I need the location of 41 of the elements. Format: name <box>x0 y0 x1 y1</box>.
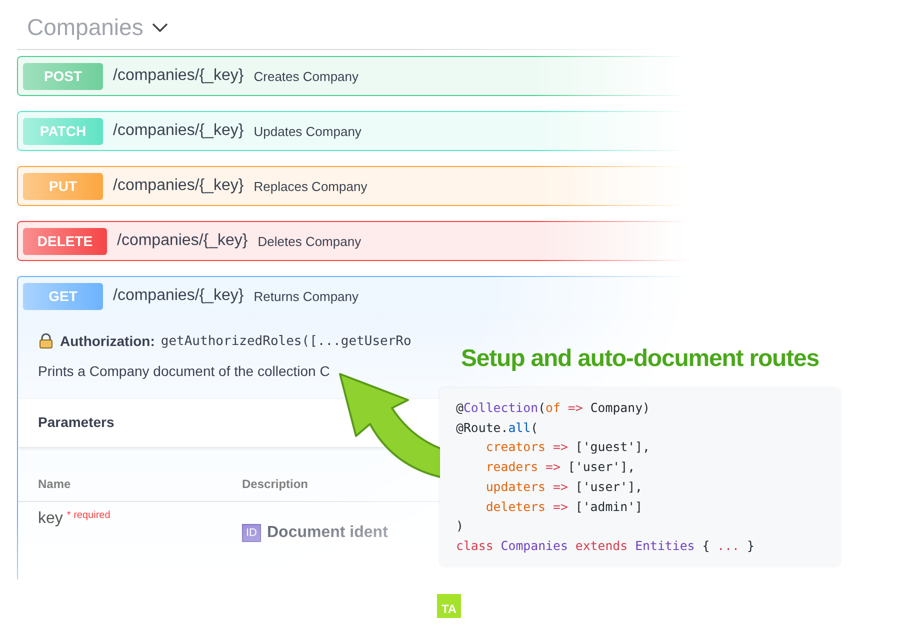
id-badge: ID <box>242 524 261 542</box>
code-line: updaters => ['user'], <box>484 478 644 496</box>
operation-summary: Updates Company <box>254 124 362 138</box>
operation-path: /companies/{_key} <box>113 122 244 140</box>
operation-summary: Returns Company <box>254 288 359 304</box>
required-label: * required <box>66 510 110 521</box>
promo-heading: Setup and auto-document routes <box>461 345 820 373</box>
code-line: @Route.all( <box>456 418 540 437</box>
method-badge: POST <box>23 62 103 90</box>
operation-row[interactable]: DELETE /companies/{_key} Deletes Company <box>18 222 778 260</box>
operation-summary: Deletes Company <box>258 234 362 248</box>
parameter-name: key <box>38 510 63 528</box>
operation-row[interactable]: POST /companies/{_key} Creates Company <box>18 57 778 95</box>
code-line: readers => ['user'], <box>484 458 636 476</box>
method-badge: PUT <box>23 172 103 200</box>
operation-row[interactable]: PUT /companies/{_key} Replaces Company <box>18 167 778 205</box>
parameters-title: Parameters <box>38 414 114 430</box>
column-header: Name <box>38 477 72 491</box>
operation-path: /companies/{_key} <box>113 177 244 195</box>
code-line: deleters => ['admin'] <box>484 498 644 516</box>
operation-row[interactable]: PATCH /companies/{_key} Updates Company <box>18 112 778 150</box>
method-badge: PATCH <box>23 118 103 144</box>
authorization-label: Authorization: <box>60 333 155 349</box>
lock-icon <box>38 333 54 349</box>
logo: TA <box>437 594 461 618</box>
code-line: class Companies extends Entities { ... } <box>456 536 756 555</box>
operation-summary: Creates Company <box>254 68 359 84</box>
code-line: ) <box>456 517 464 536</box>
parameter-description: Document ident <box>267 524 388 542</box>
authorization-code: getAuthorizedRoles([...getUserRo <box>160 334 412 348</box>
code-line: @Collection(of => Company) <box>456 399 651 417</box>
method-badge: GET <box>23 282 103 310</box>
operation-row[interactable]: GET /companies/{_key} Returns Company <box>18 277 778 315</box>
code-line: creators => ['guest'], <box>484 438 651 456</box>
operation-path: /companies/{_key} <box>113 287 244 305</box>
method-badge: DELETE <box>23 228 107 254</box>
operation-path: /companies/{_key} <box>117 232 248 250</box>
operation-description: Prints a Company document of the collection C <box>38 363 330 379</box>
operation-path: /companies/{_key} <box>113 67 244 85</box>
operation-summary: Replaces Company <box>254 178 368 194</box>
column-header: Description <box>242 477 310 491</box>
